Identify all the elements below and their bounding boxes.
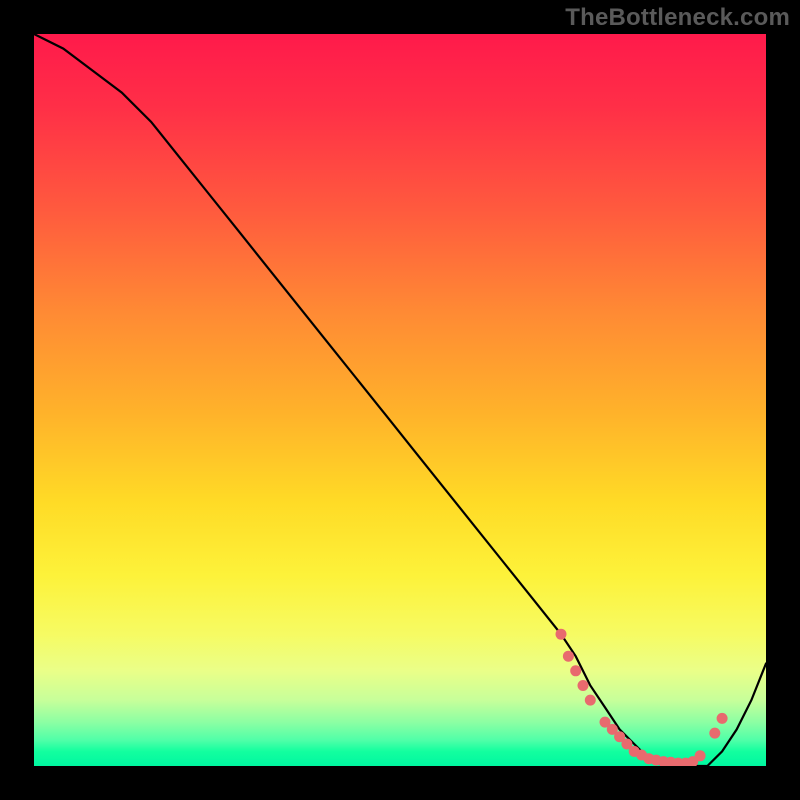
- watermark-text: TheBottleneck.com: [565, 4, 790, 32]
- minimum-point: [695, 750, 706, 761]
- minimum-point: [570, 665, 581, 676]
- chart-frame: TheBottleneck.com: [0, 0, 800, 800]
- minimum-point: [717, 713, 728, 724]
- minimum-point: [709, 728, 720, 739]
- bottleneck-curve-path: [34, 34, 766, 766]
- minimum-points-group: [556, 629, 728, 766]
- plot-area: [34, 34, 766, 766]
- minimum-point: [578, 680, 589, 691]
- chart-svg: [34, 34, 766, 766]
- minimum-point: [556, 629, 567, 640]
- minimum-point: [563, 651, 574, 662]
- minimum-point: [585, 695, 596, 706]
